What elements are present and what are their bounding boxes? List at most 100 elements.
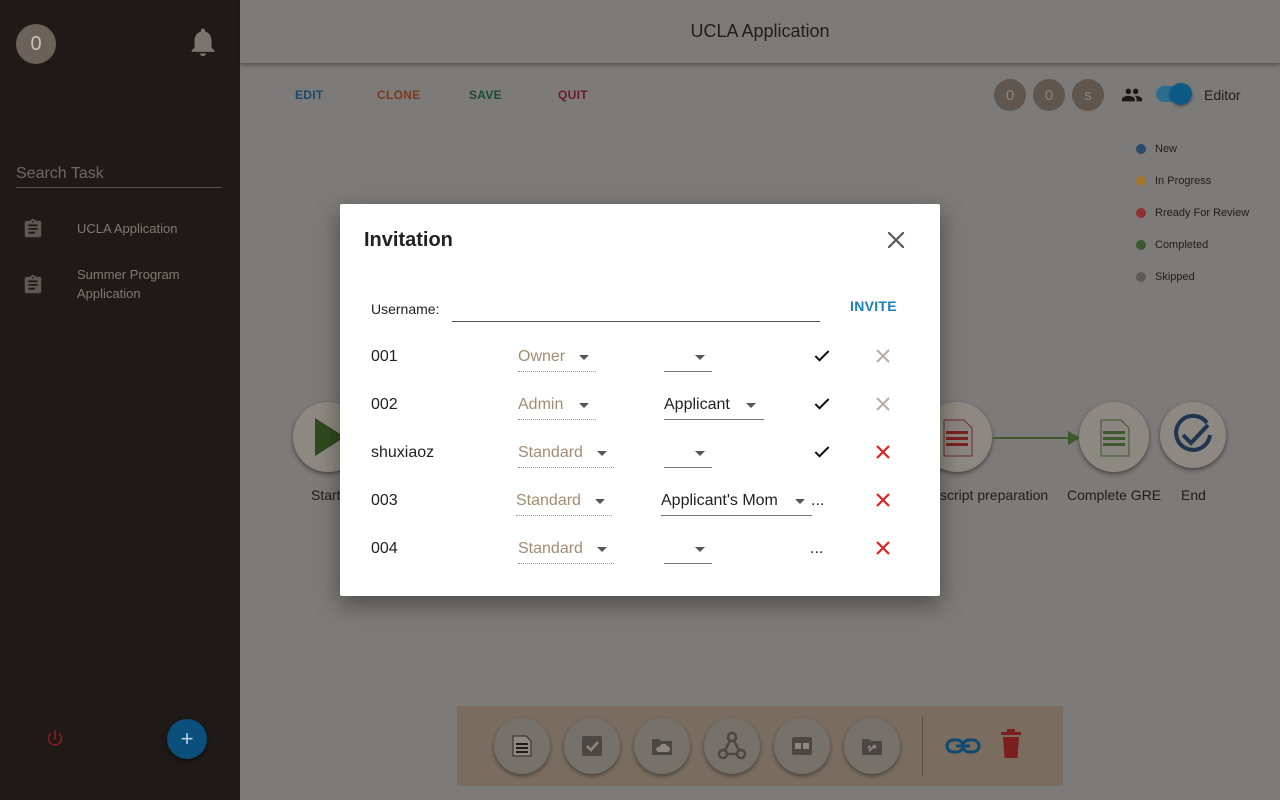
role-select[interactable]: Standard [518, 436, 614, 468]
counter-badge[interactable]: 0 [1033, 79, 1065, 111]
chevron-down-icon [795, 499, 805, 504]
card-icon [792, 737, 812, 755]
search-task-input[interactable] [16, 160, 222, 188]
flow-node-label: Start [311, 487, 341, 503]
clipboard-icon [24, 218, 42, 238]
relation-select[interactable] [664, 340, 712, 372]
remove-member-icon[interactable] [874, 443, 892, 461]
status-dot [1136, 208, 1146, 218]
role-select[interactable]: Standard [518, 532, 614, 564]
trash-icon[interactable] [998, 728, 1024, 760]
member-row: 002 Admin Applicant [340, 384, 940, 424]
link-icon[interactable] [945, 732, 981, 760]
document-icon [512, 735, 532, 757]
member-row: 003 Standard Applicant's Mom ... [340, 480, 940, 520]
page-title: UCLA Application [690, 21, 830, 41]
divider [922, 716, 923, 776]
role-value: Standard [518, 444, 583, 461]
close-icon [876, 349, 890, 363]
editor-toggle[interactable] [1156, 83, 1192, 105]
legend-item-skipped: Skipped [1136, 271, 1195, 283]
member-username: 004 [371, 540, 398, 557]
header: UCLA Application [240, 0, 1280, 63]
dialog-title: Invitation [364, 229, 453, 251]
people-icon[interactable] [1120, 84, 1144, 106]
relation-select[interactable]: Applicant [664, 388, 764, 420]
link-folder-icon [862, 739, 882, 755]
clipboard-icon [24, 274, 42, 294]
invitation-dialog: Invitation Username: INVITE 001 Owner 00… [340, 204, 940, 596]
legend-item-completed: Completed [1136, 239, 1208, 251]
legend-label: Completed [1155, 239, 1209, 251]
sidebar-task-summer[interactable]: Summer Program Application [0, 264, 240, 306]
role-select[interactable]: Admin [518, 388, 596, 420]
relation-select[interactable] [664, 532, 712, 564]
editor-label: Editor [1204, 87, 1241, 103]
bottom-toolbar [457, 706, 1063, 786]
status-dot [1136, 240, 1146, 250]
role-select[interactable]: Standard [516, 484, 612, 516]
check-icon [814, 446, 830, 458]
status-dot [1136, 272, 1146, 282]
chevron-down-icon [595, 499, 605, 504]
save-button[interactable]: SAVE [469, 88, 502, 102]
relation-value: Applicant [664, 396, 730, 413]
member-username: 003 [371, 492, 398, 509]
sidebar-task-label: Summer Program Application [77, 267, 180, 301]
legend-item-in-progress: In Progress [1136, 175, 1211, 187]
status-dot [1136, 144, 1146, 154]
legend-item-ready-for-review: Rready For Review [1136, 207, 1249, 219]
chevron-down-icon [579, 355, 589, 360]
quit-button[interactable]: QUIT [558, 88, 588, 102]
member-row: shuxiaoz Standard [340, 432, 940, 472]
chevron-down-icon [695, 547, 705, 552]
add-branch-tool[interactable] [704, 718, 760, 774]
power-icon[interactable] [44, 728, 66, 750]
relation-select[interactable]: Applicant's Mom [661, 484, 812, 516]
chevron-down-icon [579, 403, 589, 408]
flow-node-end[interactable] [1160, 402, 1226, 468]
add-checklist-tool[interactable] [564, 718, 620, 774]
username-input[interactable] [452, 294, 820, 322]
add-card-tool[interactable] [774, 718, 830, 774]
legend-label: Rready For Review [1155, 207, 1250, 219]
flow-node-label: End [1181, 487, 1206, 503]
add-document-tool[interactable] [494, 718, 550, 774]
sidebar: 0 UCLA Application Summer Program Applic… [0, 0, 240, 800]
role-select[interactable]: Owner [518, 340, 596, 372]
counter-badge[interactable]: s [1072, 79, 1104, 111]
add-link-file-tool[interactable] [844, 718, 900, 774]
role-value: Owner [518, 348, 566, 365]
add-cloud-tool[interactable] [634, 718, 690, 774]
edit-button[interactable]: EDIT [295, 88, 324, 102]
flow-node-complete-gre[interactable] [1079, 402, 1149, 472]
chevron-down-icon [597, 547, 607, 552]
invite-button[interactable]: INVITE [850, 298, 897, 314]
relation-select[interactable] [664, 436, 712, 468]
sidebar-task-ucla[interactable]: UCLA Application [0, 218, 240, 242]
legend-item-new: New [1136, 143, 1177, 155]
document-icon [1100, 419, 1130, 457]
chevron-down-icon [695, 451, 705, 456]
relation-value: Applicant's Mom [661, 492, 778, 509]
avatar[interactable]: 0 [16, 24, 56, 64]
chevron-down-icon [597, 451, 607, 456]
chevron-down-icon [746, 403, 756, 408]
legend-label: Skipped [1155, 271, 1195, 283]
check-circle-icon [1174, 413, 1212, 452]
legend-label: New [1155, 143, 1178, 155]
clone-button[interactable]: CLONE [377, 88, 421, 102]
bell-icon[interactable] [186, 24, 220, 60]
remove-member-icon[interactable] [874, 539, 892, 557]
remove-member-icon[interactable] [874, 491, 892, 509]
more-options[interactable]: ... [810, 540, 823, 558]
counter-badge[interactable]: 0 [994, 79, 1026, 111]
toggle-knob [1170, 83, 1192, 105]
close-icon[interactable] [884, 228, 908, 252]
more-options[interactable]: ... [811, 492, 824, 510]
status-dot [1136, 176, 1146, 186]
role-value: Standard [516, 492, 581, 509]
add-task-button[interactable]: + [167, 719, 207, 759]
check-icon [814, 350, 830, 362]
legend-label: In Progress [1155, 175, 1212, 187]
